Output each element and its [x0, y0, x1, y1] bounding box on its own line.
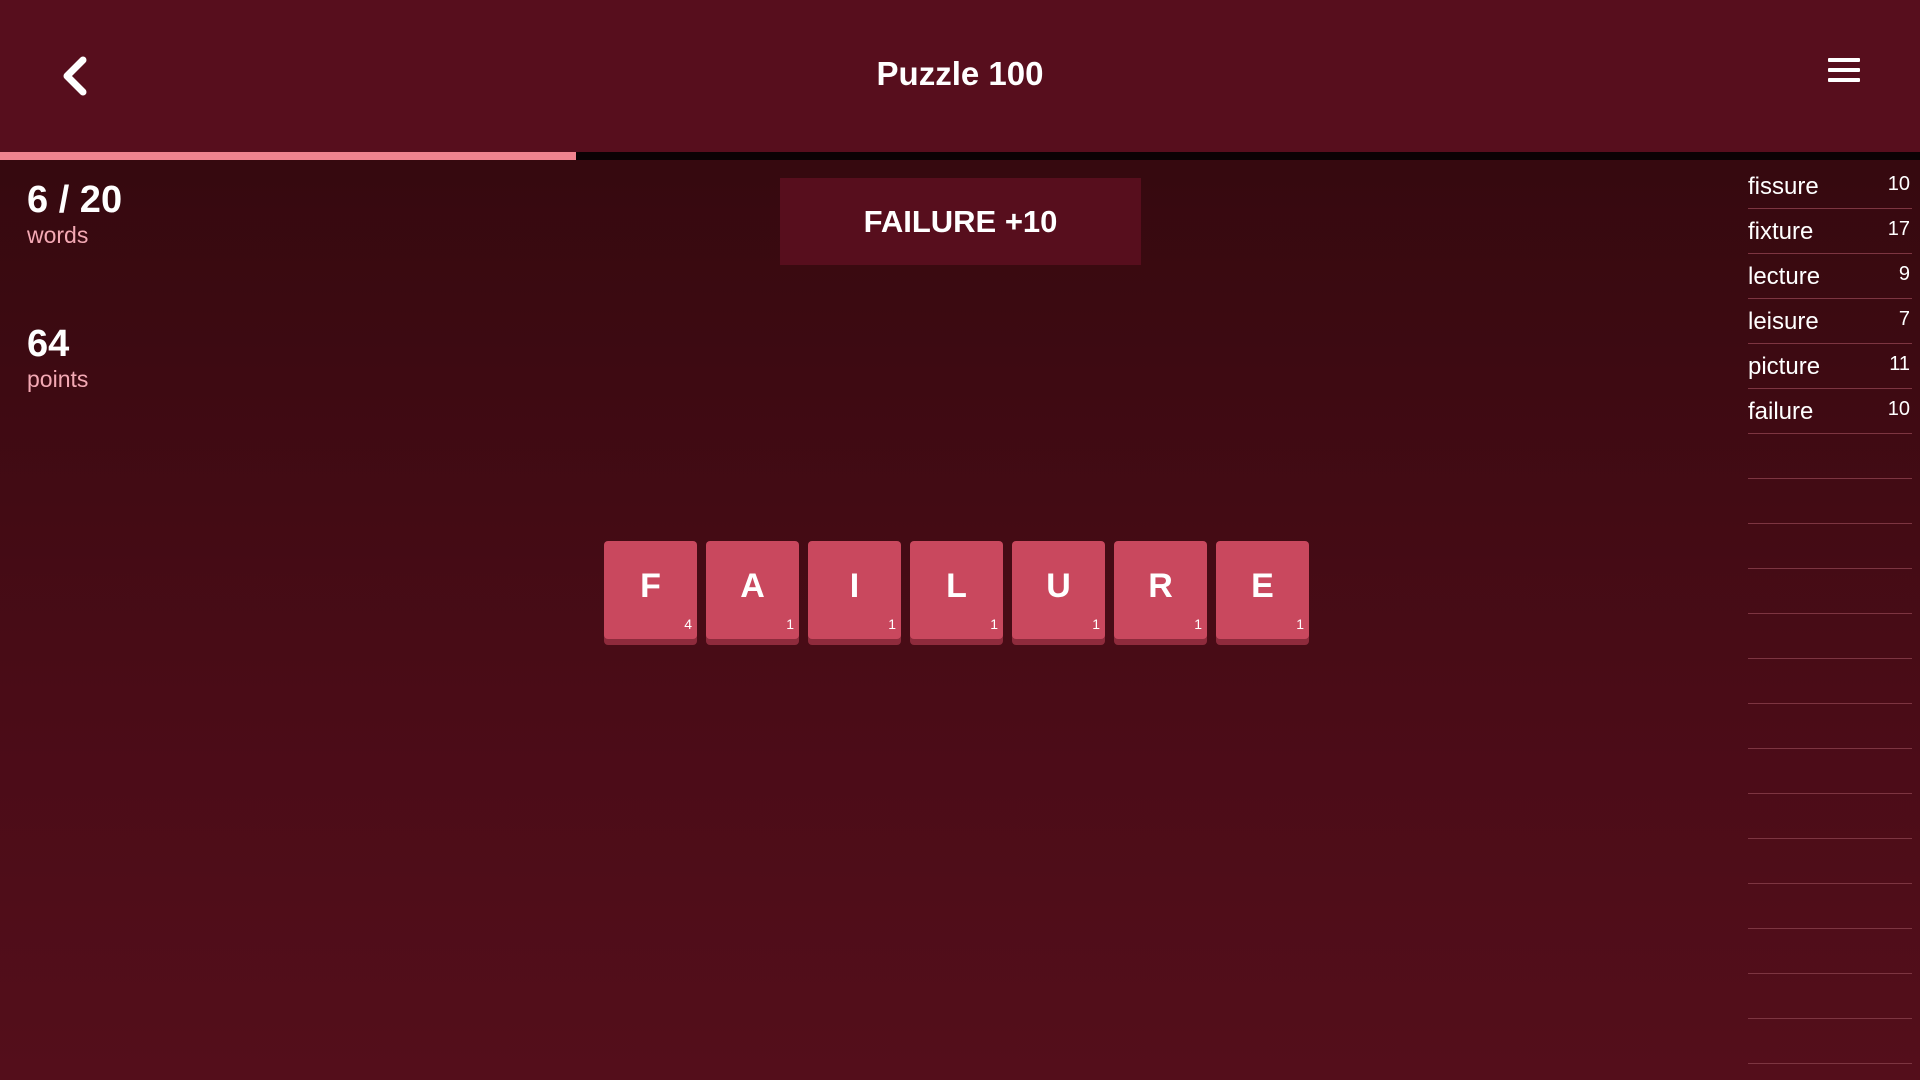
progress-bar-fill [0, 152, 576, 160]
empty-word-slot [1748, 884, 1912, 929]
found-word: fixture [1748, 218, 1814, 245]
empty-word-slot [1748, 479, 1912, 524]
found-word-points: 7 [1898, 308, 1910, 330]
tile-letter: I [849, 567, 860, 605]
empty-word-slot [1748, 794, 1912, 839]
words-count: 6 / 20 [27, 179, 123, 221]
tile-score: 1 [786, 616, 794, 632]
words-stat: 6 / 20 words [27, 179, 123, 249]
letter-tile[interactable]: L1 [910, 541, 1003, 639]
found-word-points: 10 [1887, 173, 1910, 195]
tile-letter: L [946, 567, 967, 605]
found-word-row: fissure 10 [1748, 164, 1912, 209]
found-word: fissure [1748, 173, 1819, 200]
empty-word-slot [1748, 749, 1912, 794]
found-word: leisure [1748, 308, 1819, 335]
menu-button[interactable] [1826, 58, 1862, 88]
found-word-row: fixture 17 [1748, 209, 1912, 254]
tile-score: 1 [1092, 616, 1100, 632]
top-bar: Puzzle 100 [0, 0, 1920, 152]
empty-word-slot [1748, 974, 1912, 1019]
tile-score: 1 [1194, 616, 1202, 632]
found-word-points: 10 [1887, 398, 1910, 420]
letter-tile[interactable]: F4 [604, 541, 697, 639]
empty-word-slot [1748, 659, 1912, 704]
words-label: words [27, 221, 89, 248]
found-word-row: picture 11 [1748, 344, 1912, 389]
found-word: failure [1748, 398, 1814, 425]
tile-score: 1 [1296, 616, 1304, 632]
tile-letter: E [1251, 567, 1274, 605]
points-stat: 64 points [27, 323, 89, 393]
empty-word-slot [1748, 614, 1912, 659]
empty-word-slot [1748, 434, 1912, 479]
tile-letter: F [640, 567, 661, 605]
tile-score: 4 [684, 616, 692, 632]
letter-tile[interactable]: A1 [706, 541, 799, 639]
empty-word-slot [1748, 839, 1912, 884]
progress-bar [0, 152, 1920, 160]
empty-word-slot [1748, 524, 1912, 569]
found-word-points: 11 [1889, 353, 1910, 375]
found-word-points: 9 [1898, 263, 1910, 285]
found-word-row: failure 10 [1748, 389, 1912, 434]
tile-letter: A [740, 567, 765, 605]
found-word-row: lecture 9 [1748, 254, 1912, 299]
empty-word-slot [1748, 704, 1912, 749]
empty-word-slot [1748, 569, 1912, 614]
found-word-row: leisure 7 [1748, 299, 1912, 344]
tile-score: 1 [888, 616, 896, 632]
empty-word-slot [1748, 929, 1912, 974]
tile-score: 1 [990, 616, 998, 632]
letter-tile[interactable]: U1 [1012, 541, 1105, 639]
word-score-toast: FAILURE +10 [780, 178, 1141, 265]
found-word: lecture [1748, 263, 1821, 290]
hamburger-menu-icon [1826, 58, 1862, 82]
points-count: 64 [27, 323, 70, 365]
found-words-list: fissure 10 fixture 17 lecture 9 leisure 7 pictur… [1748, 164, 1912, 1064]
chevron-left-icon [63, 56, 87, 96]
back-button[interactable] [50, 50, 102, 102]
tile-letter: U [1046, 567, 1071, 605]
page-title: Puzzle 100 [876, 55, 1044, 92]
found-word-points: 17 [1887, 218, 1910, 240]
empty-word-slot [1748, 1019, 1912, 1064]
found-word: picture [1748, 353, 1821, 380]
letter-tile[interactable]: E1 [1216, 541, 1309, 639]
tile-letter: R [1148, 567, 1173, 605]
letter-tile[interactable]: R1 [1114, 541, 1207, 639]
points-label: points [27, 365, 89, 392]
letter-tile[interactable]: I1 [808, 541, 901, 639]
